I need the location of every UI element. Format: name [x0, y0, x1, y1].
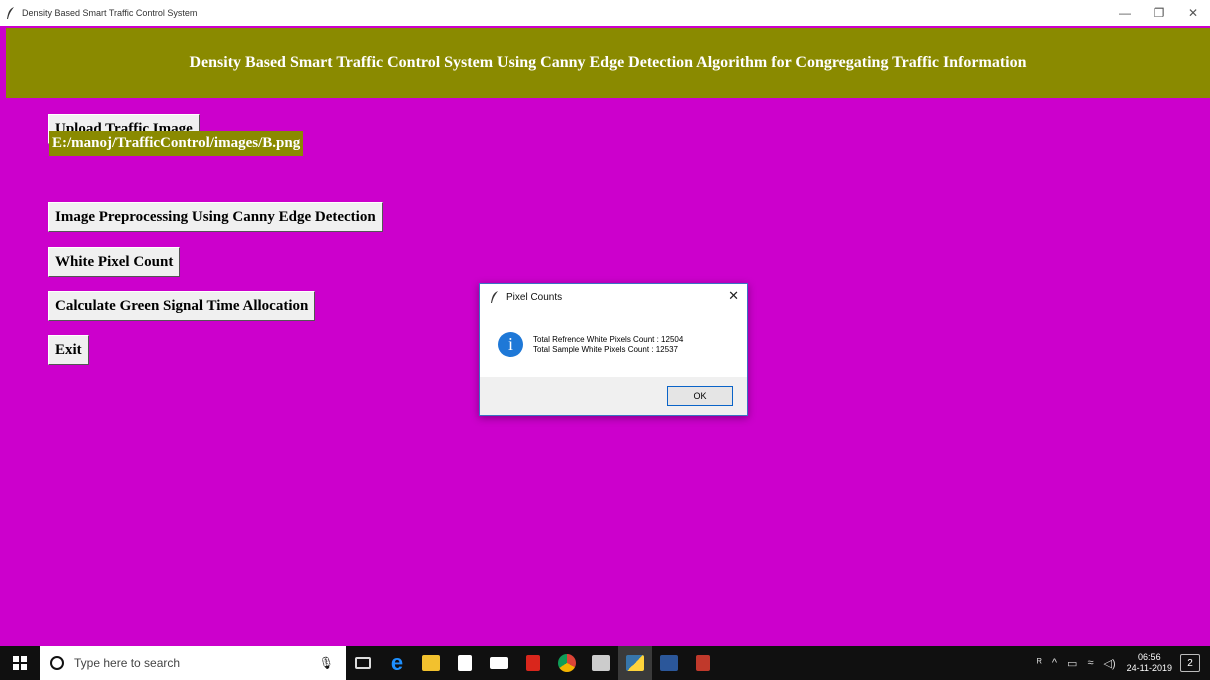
canny-preprocessing-button[interactable]: Image Preprocessing Using Canny Edge Det… [48, 202, 383, 232]
reference-pixel-count-text: Total Refrence White Pixels Count : 1250… [533, 334, 684, 344]
notification-center-icon[interactable]: 2 [1180, 654, 1200, 672]
cortana-icon [50, 656, 64, 670]
exit-button[interactable]: Exit [48, 335, 89, 365]
dialog-close-icon[interactable]: ✕ [728, 288, 739, 304]
close-button[interactable]: ✕ [1176, 0, 1210, 26]
wifi-icon[interactable]: ≈ [1087, 657, 1093, 669]
dialog-footer: OK [480, 377, 747, 415]
microphone-icon[interactable]: 🎙 [319, 656, 334, 670]
dialog-message: Total Refrence White Pixels Count : 1250… [533, 335, 683, 355]
windows-logo-icon [13, 656, 27, 670]
acrobat-icon[interactable] [516, 646, 550, 680]
start-button[interactable] [0, 646, 40, 680]
chevron-up-icon[interactable]: ^ [1052, 657, 1057, 669]
taskbar-search-box[interactable]: Type here to search 🎙 [40, 646, 346, 680]
white-pixel-count-button[interactable]: White Pixel Count [48, 247, 181, 277]
dialog-body: i Total Refrence White Pixels Count : 12… [480, 310, 747, 379]
battery-icon[interactable]: ▭ [1067, 657, 1077, 670]
terminal-icon[interactable] [584, 646, 618, 680]
dialog-title-bar: Pixel Counts [480, 284, 747, 310]
clock-time: 06:56 [1138, 652, 1161, 662]
dialog-title: Pixel Counts [506, 291, 563, 303]
store-icon[interactable] [448, 646, 482, 680]
tk-feather-icon [491, 291, 498, 303]
word-icon[interactable] [652, 646, 686, 680]
sample-pixel-count-text: Total Sample White Pixels Count : 12537 [533, 344, 678, 354]
task-view-icon[interactable] [346, 646, 380, 680]
pixel-counts-dialog: Pixel Counts ✕ i Total Refrence White Pi… [479, 283, 748, 416]
tk-feather-icon [7, 7, 14, 19]
window-title: Density Based Smart Traffic Control Syst… [22, 8, 198, 18]
volume-icon[interactable]: ◁) [1104, 657, 1116, 670]
people-icon[interactable]: ᴿ [1037, 657, 1042, 669]
clock[interactable]: 06:56 24-11-2019 [1127, 652, 1172, 674]
clock-date: 24-11-2019 [1126, 663, 1172, 673]
minimize-button[interactable]: — [1108, 0, 1142, 26]
edge-browser-icon[interactable]: e [380, 646, 414, 680]
restore-button[interactable]: ❐ [1142, 0, 1176, 26]
file-explorer-icon[interactable] [414, 646, 448, 680]
green-signal-time-button[interactable]: Calculate Green Signal Time Allocation [48, 291, 316, 321]
taskbar: Type here to search 🎙 e ᴿ ^ ▭ ≈ ◁) 06:56… [0, 646, 1210, 680]
system-tray: ᴿ ^ ▭ ≈ ◁) 06:56 24-11-2019 2 [1032, 646, 1210, 680]
image-path-label: E:/manoj/TrafficControl/images/B.png [49, 131, 304, 156]
app-heading: Density Based Smart Traffic Control Syst… [6, 28, 1210, 98]
info-icon: i [498, 332, 523, 357]
chrome-icon[interactable] [550, 646, 584, 680]
ok-button[interactable]: OK [667, 386, 733, 406]
tk-app-icon[interactable] [686, 646, 720, 680]
search-placeholder: Type here to search [74, 656, 181, 670]
mail-icon[interactable] [482, 646, 516, 680]
window-title-bar: Density Based Smart Traffic Control Syst… [0, 0, 1210, 26]
python-icon[interactable] [618, 646, 652, 680]
